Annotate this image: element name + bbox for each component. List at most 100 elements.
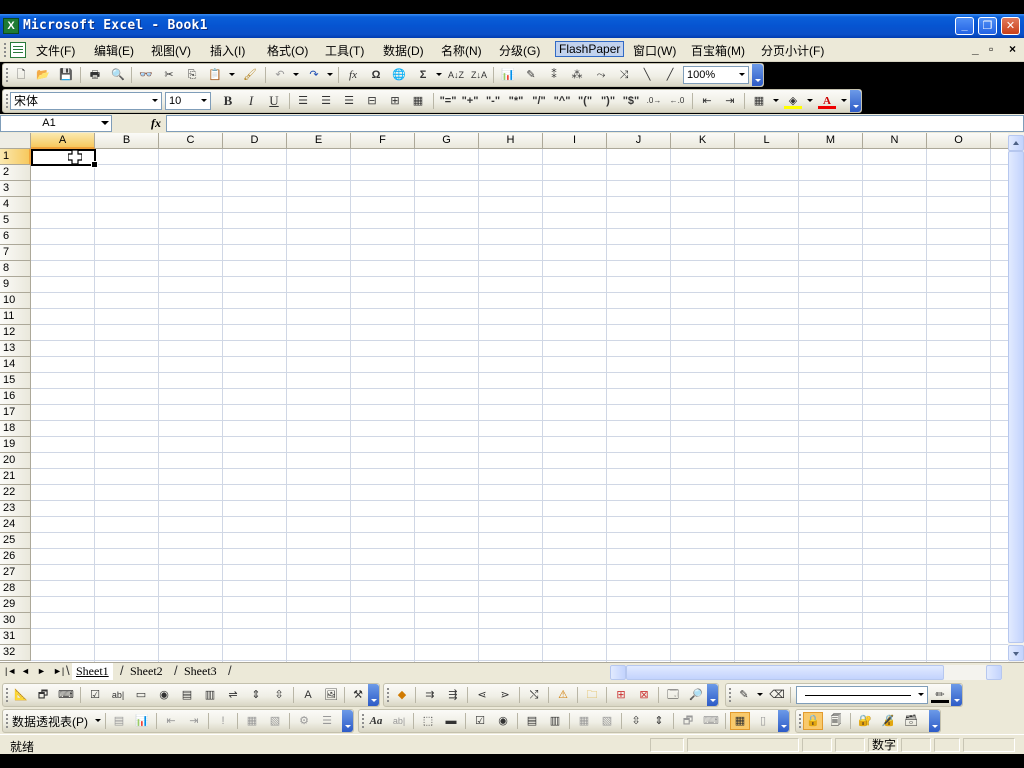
toolbar-options-icon[interactable] bbox=[951, 684, 962, 706]
toolbar-options-icon[interactable] bbox=[342, 710, 353, 732]
column-header[interactable]: N bbox=[863, 133, 927, 149]
sheet-tab-2[interactable]: Sheet2 bbox=[126, 663, 167, 680]
borders-dropdown-icon[interactable] bbox=[773, 99, 779, 102]
textbox-control-icon[interactable]: ab| bbox=[109, 687, 127, 703]
research-icon[interactable]: 👓 bbox=[137, 67, 155, 83]
spinner-icon[interactable]: ⇕ bbox=[650, 713, 668, 729]
fill-color-dropdown-icon[interactable] bbox=[807, 99, 813, 102]
row-header[interactable]: 1 bbox=[0, 149, 31, 165]
toolbar-grip[interactable] bbox=[729, 688, 732, 702]
line-style-dropdown-icon[interactable] bbox=[915, 687, 927, 703]
next-sheet-icon[interactable]: ► bbox=[37, 666, 46, 676]
design-mode-icon[interactable]: 📐 bbox=[12, 687, 30, 703]
maximize-button[interactable]: ❐ bbox=[978, 17, 997, 35]
row-header[interactable]: 10 bbox=[0, 293, 31, 309]
font-name-dropdown-icon[interactable] bbox=[149, 93, 161, 109]
command-button-control-icon[interactable]: ▭ bbox=[132, 687, 150, 703]
menu-window[interactable]: 窗口(W) bbox=[633, 42, 676, 59]
toggle-grid-icon[interactable]: ▦ bbox=[730, 712, 750, 730]
insert-minus-button[interactable]: "-" bbox=[484, 93, 502, 109]
paste-icon[interactable]: 📋 bbox=[206, 67, 224, 83]
menu-view[interactable]: 视图(V) bbox=[151, 42, 191, 59]
menu-edit[interactable]: 编辑(E) bbox=[94, 42, 134, 59]
row-header[interactable]: 5 bbox=[0, 213, 31, 229]
remove-all-arrows-icon[interactable]: ⤨ bbox=[615, 67, 633, 83]
control-properties-icon[interactable]: 🗗 bbox=[679, 713, 697, 729]
insert-plus-button[interactable]: "+" bbox=[461, 93, 479, 109]
checkbox-icon[interactable]: ☑ bbox=[471, 713, 489, 729]
row-header[interactable]: 7 bbox=[0, 245, 31, 261]
row-header[interactable]: 17 bbox=[0, 405, 31, 421]
column-header[interactable]: L bbox=[735, 133, 799, 149]
menu-tools[interactable]: 工具(T) bbox=[325, 42, 364, 59]
close-button[interactable]: ✕ bbox=[1001, 17, 1020, 35]
combo-box-control-icon[interactable]: ▥ bbox=[201, 687, 219, 703]
doc-restore-button[interactable]: ▫ bbox=[989, 42, 993, 56]
trace-precedents-icon[interactable]: ⇉ bbox=[421, 687, 439, 703]
edit-code-icon[interactable]: ⌨ bbox=[702, 713, 720, 729]
row-header[interactable]: 6 bbox=[0, 229, 31, 245]
toolbar-options-icon[interactable] bbox=[850, 90, 861, 112]
row-header[interactable]: 32 bbox=[0, 645, 31, 661]
scroll-bar-icon[interactable]: ⇳ bbox=[627, 713, 645, 729]
draw-border-icon[interactable]: ✎ bbox=[735, 687, 753, 703]
trace-dependents-icon[interactable]: ⋖ bbox=[473, 687, 491, 703]
always-display-items-icon[interactable]: ▧ bbox=[266, 713, 284, 729]
autosum-icon[interactable]: Σ bbox=[414, 67, 432, 83]
row-header[interactable]: 19 bbox=[0, 437, 31, 453]
toolbar-grip[interactable] bbox=[6, 94, 9, 108]
sheet-tab-3[interactable]: Sheet3 bbox=[180, 663, 221, 680]
column-header[interactable]: A bbox=[31, 133, 95, 149]
font-name-select[interactable]: 宋体 bbox=[10, 92, 162, 110]
open-icon[interactable]: 📂 bbox=[34, 67, 52, 83]
drawing-icon[interactable]: ✎ bbox=[522, 67, 540, 83]
toolbar-grip[interactable] bbox=[362, 714, 365, 728]
row-header[interactable]: 25 bbox=[0, 533, 31, 549]
column-header[interactable]: G bbox=[415, 133, 479, 149]
circle-invalid-data-icon[interactable]: ⊞ bbox=[612, 687, 630, 703]
menu-data[interactable]: 数据(D) bbox=[383, 42, 424, 59]
column-header[interactable]: J bbox=[607, 133, 671, 149]
paste-dropdown-icon[interactable] bbox=[229, 73, 235, 76]
toolbar-options-icon[interactable] bbox=[368, 684, 379, 706]
excel-app-icon[interactable]: X bbox=[3, 18, 19, 34]
increase-decimal-icon[interactable]: .0→ bbox=[645, 93, 663, 109]
doc-close-button[interactable]: × bbox=[1009, 42, 1016, 56]
name-box[interactable]: A1 bbox=[0, 115, 112, 132]
checkbox-control-icon[interactable]: ☑ bbox=[86, 687, 104, 703]
insert-function-icon[interactable]: fx bbox=[151, 116, 161, 131]
label-control-icon[interactable]: A bbox=[299, 687, 317, 703]
increase-indent-icon[interactable]: ⇥ bbox=[721, 93, 739, 109]
print-preview-icon[interactable]: 🔍 bbox=[109, 67, 127, 83]
row-header[interactable]: 29 bbox=[0, 597, 31, 613]
chart-wizard-icon[interactable]: 📊 bbox=[499, 67, 517, 83]
field-settings-icon[interactable]: ⚙ bbox=[295, 713, 313, 729]
autosum-dropdown-icon[interactable] bbox=[436, 73, 442, 76]
column-header[interactable]: C bbox=[159, 133, 223, 149]
align-center-icon[interactable]: ☰ bbox=[317, 93, 335, 109]
combo-box-icon[interactable]: ▥ bbox=[546, 713, 564, 729]
row-header[interactable]: 31 bbox=[0, 629, 31, 645]
menu-format[interactable]: 格式(O) bbox=[267, 42, 308, 59]
line-color-icon[interactable]: ✏ bbox=[931, 687, 949, 703]
undo-icon[interactable]: ↶ bbox=[271, 67, 289, 83]
print-icon[interactable]: 🖶 bbox=[86, 67, 104, 83]
toolbar-options-icon[interactable] bbox=[778, 710, 789, 732]
option-button-icon[interactable]: ◉ bbox=[494, 713, 512, 729]
symbol-omega-icon[interactable]: Ω bbox=[367, 67, 385, 83]
toolbar-grip[interactable] bbox=[799, 714, 802, 728]
insert-multiply-button[interactable]: "*" bbox=[507, 93, 525, 109]
cut-icon[interactable]: ✂ bbox=[160, 67, 178, 83]
menu-subtotal[interactable]: 分页小计(F) bbox=[761, 42, 824, 59]
option-button-control-icon[interactable]: ◉ bbox=[155, 687, 173, 703]
draw-border-dropdown-icon[interactable] bbox=[757, 693, 763, 696]
row-header[interactable]: 26 bbox=[0, 549, 31, 565]
view-code-icon[interactable]: ⌨ bbox=[57, 687, 75, 703]
toolbar-options-icon[interactable] bbox=[707, 684, 718, 706]
font-size-dropdown-icon[interactable] bbox=[198, 93, 210, 109]
first-sheet-icon[interactable]: |◄ bbox=[5, 666, 16, 676]
decrease-decimal-icon[interactable]: ←.0 bbox=[668, 93, 686, 109]
line-icon[interactable]: ╲ bbox=[638, 67, 656, 83]
row-header[interactable]: 9 bbox=[0, 277, 31, 293]
row-header[interactable]: 30 bbox=[0, 613, 31, 629]
